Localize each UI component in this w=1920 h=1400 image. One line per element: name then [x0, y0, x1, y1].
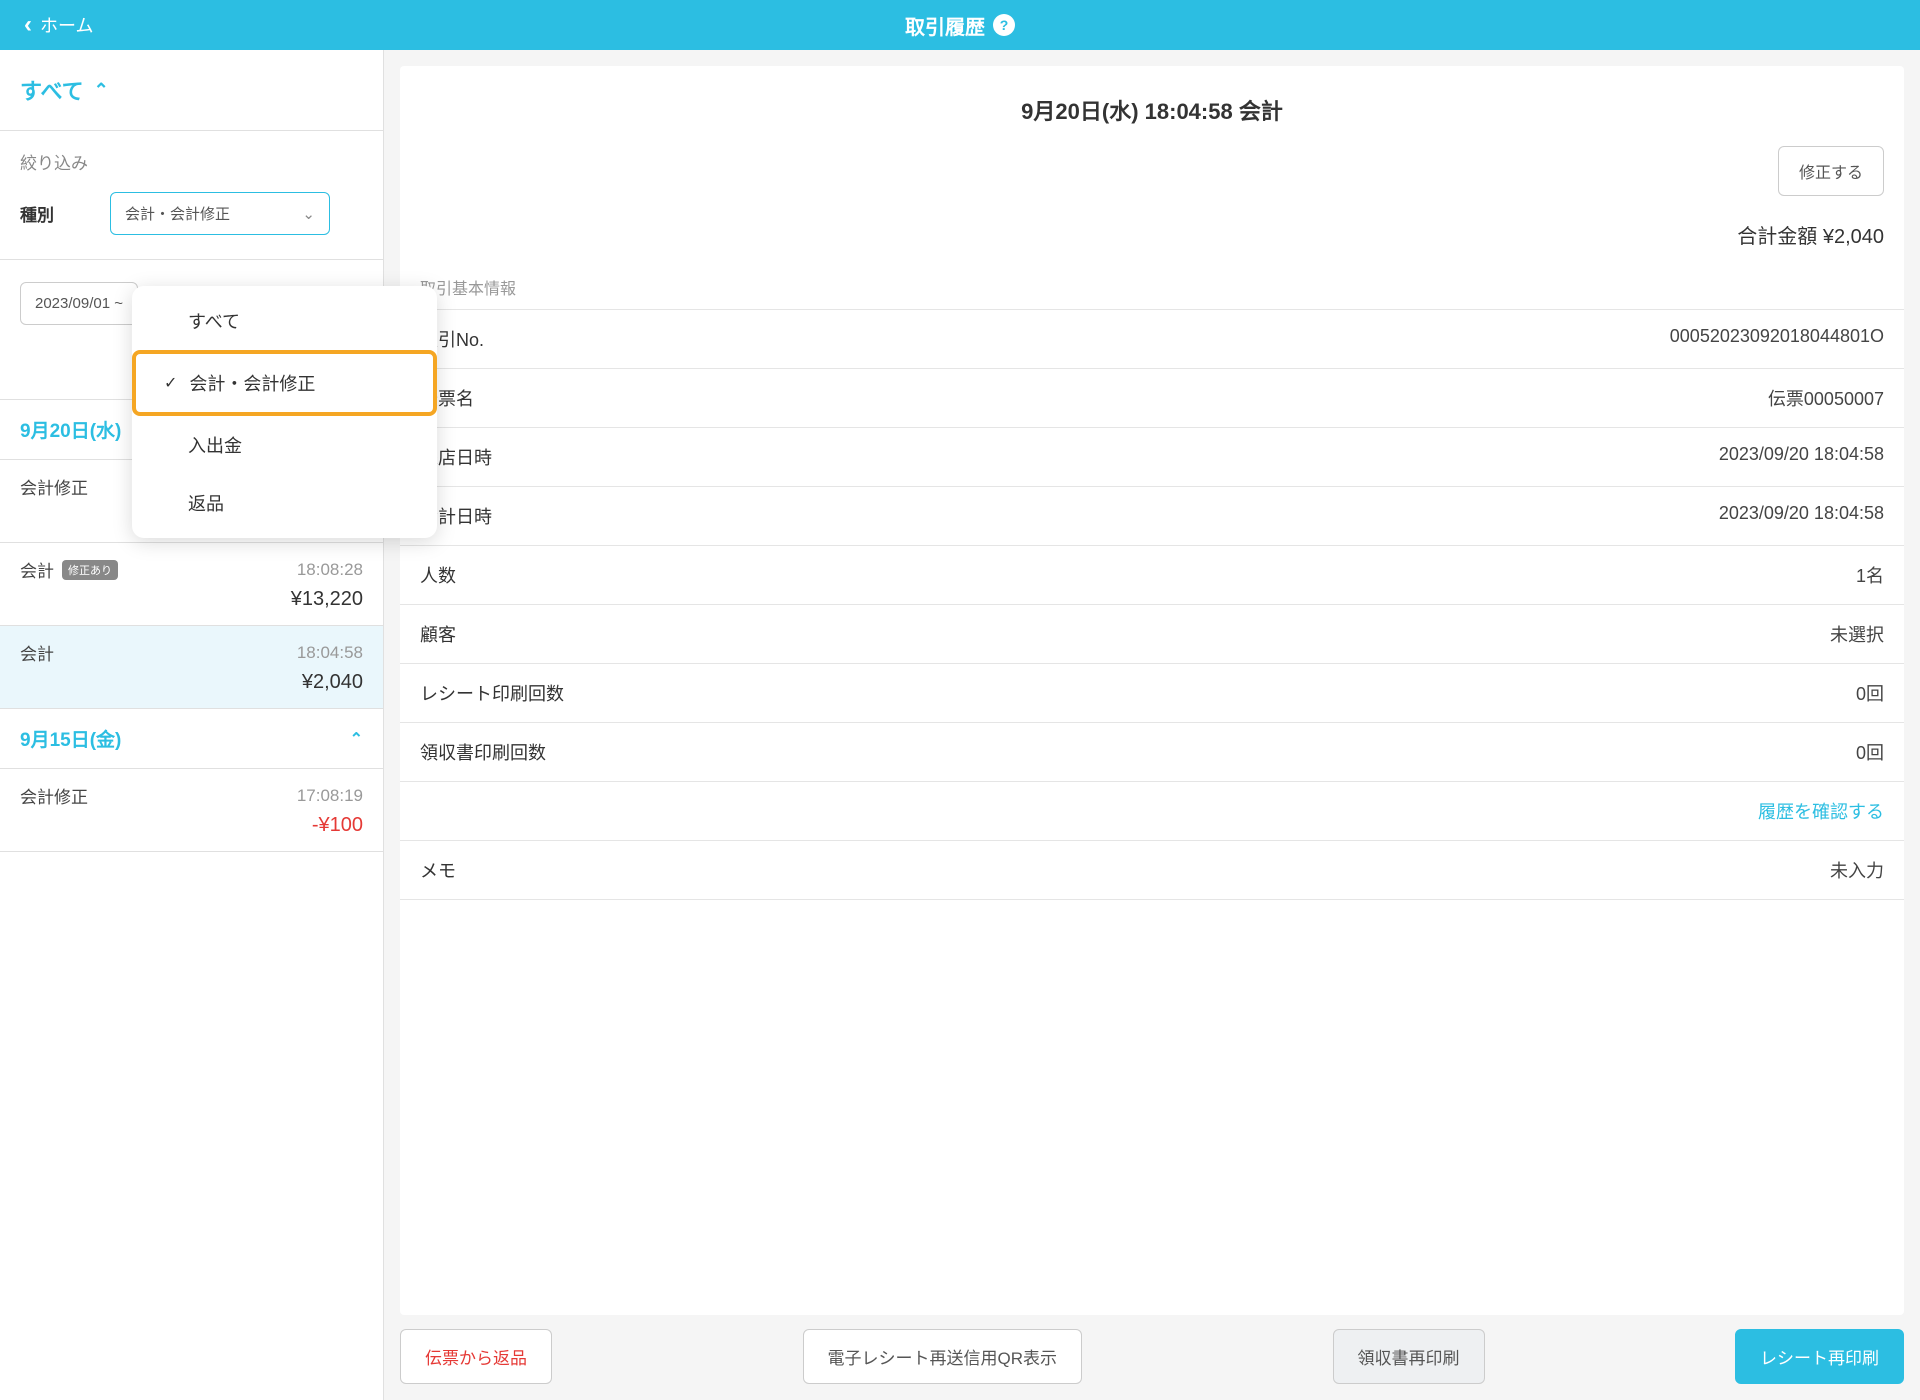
- dropdown-option[interactable]: 返品: [132, 474, 437, 532]
- correct-button[interactable]: 修正する: [1778, 146, 1884, 196]
- detail-row: 取引No.00052023092018044801O: [400, 310, 1904, 369]
- divider: [0, 259, 383, 260]
- chevron-up-icon: ⌃: [94, 80, 109, 101]
- type-dropdown-menu: すべて✓会計・会計修正入出金返品: [132, 286, 437, 538]
- detail-row: 伝票名伝票00050007: [400, 369, 1904, 428]
- reprint-receipt2-button[interactable]: 領収書再印刷: [1333, 1329, 1485, 1384]
- transaction-item[interactable]: 会計18:04:58¥2,040: [0, 626, 383, 709]
- transaction-item[interactable]: 会計修正17:08:19-¥100: [0, 769, 383, 852]
- date-range-input[interactable]: 2023/09/01 ~: [20, 282, 138, 325]
- status-badge: 修正あり: [62, 560, 118, 580]
- memo-row: メモ 未入力: [400, 841, 1904, 900]
- page-title: 取引履歴 ?: [905, 11, 1015, 40]
- dropdown-option[interactable]: ✓会計・会計修正: [132, 350, 437, 416]
- reprint-receipt-button[interactable]: レシート再印刷: [1735, 1329, 1904, 1384]
- date-group-header[interactable]: 9月15日(金)⌃: [0, 709, 383, 769]
- chevron-up-icon: ⌃: [350, 729, 363, 749]
- app-header: ‹ ホーム 取引履歴 ?: [0, 0, 1920, 50]
- back-button[interactable]: ‹ ホーム: [0, 11, 117, 39]
- chevron-down-icon: ⌄: [302, 205, 315, 223]
- chevron-left-icon: ‹: [24, 11, 32, 39]
- detail-row: 会計日時2023/09/20 18:04:58: [400, 487, 1904, 546]
- main-container: すべて ⌃ 絞り込み 種別 会計・会計修正 ⌄ 2023/09/01 ~ + 新…: [0, 50, 1920, 1400]
- action-bar: 伝票から返品 電子レシート再送信用QR表示 領収書再印刷 レシート再印刷: [384, 1315, 1920, 1400]
- section-title: 取引基本情報: [400, 265, 1904, 310]
- total-amount: 合計金額 ¥2,040: [400, 212, 1904, 265]
- main-content: 9月20日(水) 18:04:58 会計 修正する 合計金額 ¥2,040 取引…: [384, 50, 1920, 1400]
- filter-narrow-label: 絞り込み: [0, 131, 383, 186]
- filter-type-row: 種別 会計・会計修正 ⌄: [0, 186, 383, 249]
- back-label: ホーム: [40, 12, 93, 38]
- history-link[interactable]: 履歴を確認する: [1758, 798, 1884, 824]
- detail-row: 人数1名: [400, 546, 1904, 605]
- dropdown-option[interactable]: すべて: [132, 292, 437, 350]
- detail-row: 領収書印刷回数0回: [400, 723, 1904, 782]
- detail-row: レシート印刷回数0回: [400, 664, 1904, 723]
- dropdown-option[interactable]: 入出金: [132, 416, 437, 474]
- detail-title: 9月20日(水) 18:04:58 会計: [400, 66, 1904, 146]
- detail-row: 来店日時2023/09/20 18:04:58: [400, 428, 1904, 487]
- help-icon[interactable]: ?: [993, 14, 1015, 36]
- return-from-slip-button[interactable]: 伝票から返品: [400, 1329, 552, 1384]
- resend-qr-button[interactable]: 電子レシート再送信用QR表示: [803, 1329, 1083, 1384]
- history-link-row: 履歴を確認する: [400, 782, 1904, 841]
- type-label: 種別: [20, 201, 70, 226]
- type-select[interactable]: 会計・会計修正 ⌄: [110, 192, 330, 235]
- check-icon: ✓: [164, 373, 177, 393]
- correct-button-row: 修正する: [400, 146, 1904, 212]
- detail-panel: 9月20日(水) 18:04:58 会計 修正する 合計金額 ¥2,040 取引…: [400, 66, 1904, 1315]
- sidebar: すべて ⌃ 絞り込み 種別 会計・会計修正 ⌄ 2023/09/01 ~ + 新…: [0, 50, 384, 1400]
- detail-row: 顧客未選択: [400, 605, 1904, 664]
- transaction-item[interactable]: 会計修正あり18:08:28¥13,220: [0, 543, 383, 626]
- filter-all-toggle[interactable]: すべて ⌃: [0, 50, 383, 131]
